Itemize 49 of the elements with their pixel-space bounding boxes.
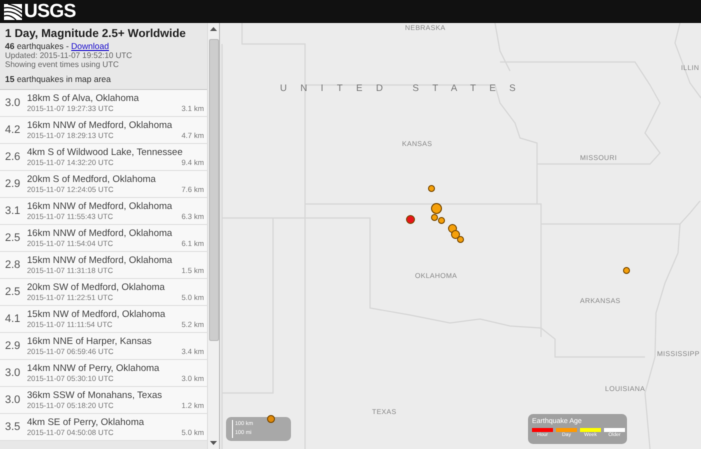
magnitude-text: 4.1: [5, 313, 22, 325]
earthquake-marker[interactable]: [406, 214, 414, 224]
earthquake-marker[interactable]: [428, 184, 434, 192]
map-label: UNITED STATES: [280, 83, 530, 94]
earthquake-marker[interactable]: [622, 266, 630, 274]
feed-title: 1 Day, Magnitude 2.5+ Worldwide: [5, 27, 187, 41]
usgs-logo-icon: [4, 4, 22, 20]
earthquake-marker[interactable]: [430, 214, 438, 220]
place-text: 16km NNW of Medford, Oklahoma: [27, 228, 174, 238]
magnitude-text: 3.0: [5, 97, 22, 109]
magnitude-text: 3.1: [5, 205, 22, 217]
magnitude-text: 2.6: [5, 151, 22, 163]
earthquake-marker[interactable]: [450, 230, 460, 238]
scroll-up-icon[interactable]: [210, 27, 217, 31]
earthquake-marker[interactable]: [456, 236, 464, 242]
earthquake-marker[interactable]: [267, 415, 275, 423]
magnitude-text: 2.8: [5, 259, 22, 271]
place-text: 15km NNW of Medford, Oklahoma: [27, 254, 174, 266]
place-text: 14km NNW of Perry, Oklahoma: [27, 362, 160, 374]
logo-text: USGS: [24, 2, 76, 22]
magnitude-text: 2.5: [5, 286, 22, 298]
place-text: 36km SSW of Monahans, Texas: [27, 390, 163, 400]
download-link[interactable]: Download: [71, 41, 109, 51]
place-text: 4km S of Wildwood Lake, Tennessee: [27, 146, 184, 158]
timezone-note: Showing event times using UTC: [5, 60, 120, 69]
place-text: 20km SW of Medford, Oklahoma: [27, 282, 166, 292]
magnitude-text: 3.0: [5, 367, 22, 379]
earthquake-marker[interactable]: [438, 216, 444, 224]
earthquake-marker[interactable]: [430, 202, 442, 214]
earthquake-count: 46 earthquakes - Download: [5, 41, 110, 51]
updated-text: Updated: 2015-11-07 19:52:10 UTC: [5, 51, 134, 60]
place-text: 20km S of Medford, Oklahoma: [27, 174, 157, 184]
place-text: 15km NW of Medford, Oklahoma: [27, 308, 166, 320]
place-text: 4km SE of Perry, Oklahoma: [27, 416, 146, 428]
magnitude-text: 2.9: [5, 178, 22, 190]
earthquake-marker[interactable]: [448, 224, 456, 232]
magnitude-text: 3.5: [5, 421, 22, 433]
magnitude-text: 3.0: [5, 394, 22, 406]
magnitude-text: 4.2: [5, 124, 22, 136]
place-text: 18km S of Alva, Oklahoma: [27, 92, 140, 104]
scrollbar-thumb[interactable]: [208, 39, 218, 341]
place-text: 16km NNE of Harper, Kansas: [27, 336, 153, 346]
magnitude-text: 2.9: [5, 340, 22, 352]
scroll-down-icon[interactable]: [210, 441, 217, 445]
magnitude-text: 2.5: [5, 232, 22, 244]
map-count-text: 15 earthquakes in map area: [5, 74, 112, 84]
scrollbar[interactable]: [207, 23, 219, 449]
place-text: 16km NNW of Medford, Oklahoma: [27, 200, 174, 212]
place-text: 16km NNW of Medford, Oklahoma: [27, 120, 174, 130]
